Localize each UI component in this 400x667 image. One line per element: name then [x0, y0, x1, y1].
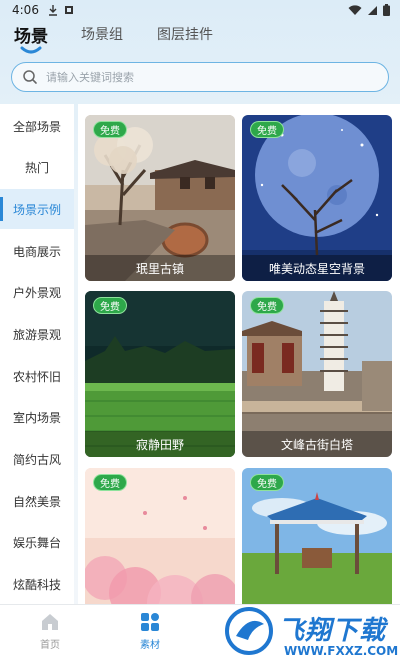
sidebar-item-stage[interactable]: 娱乐舞台	[0, 522, 74, 562]
scene-grid: 免费 珉里古镇 免费 唯美动态星空背景 免费 寂静田野 免费 文峰古街白塔 免费…	[78, 104, 400, 604]
top-tabs: 场景 场景组 图层挂件	[0, 22, 400, 56]
free-badge: 免费	[93, 297, 127, 314]
scene-card-title: 唯美动态星空背景	[242, 255, 392, 281]
watermark-text: 飞翔下载	[278, 616, 387, 646]
scene-card[interactable]: 免费	[85, 468, 235, 604]
free-badge: 免费	[250, 121, 284, 138]
tab-layer-widget[interactable]: 图层挂件	[157, 24, 213, 44]
sidebar-item-travel[interactable]: 旅游景观	[0, 314, 74, 354]
status-time: 4:06	[12, 3, 39, 17]
sidebar-item-ecommerce[interactable]: 电商展示	[0, 231, 74, 271]
battery-icon	[383, 4, 390, 16]
sidebar-item-label: 娱乐舞台	[12, 535, 61, 550]
sidebar-item-rural-nostalgia[interactable]: 农村怀旧	[0, 356, 74, 396]
search-input[interactable]	[46, 67, 376, 87]
sidebar-item-indoor[interactable]: 室内场景	[0, 397, 74, 437]
scene-card-title: 珉里古镇	[85, 255, 235, 281]
sidebar-item-label: 旅游景观	[12, 327, 61, 342]
nav-label: 首页	[40, 640, 60, 651]
materials-icon	[141, 613, 159, 631]
nav-home[interactable]: 首页	[20, 611, 80, 651]
wifi-icon	[348, 4, 362, 15]
sidebar-item-label: 室内场景	[12, 410, 61, 425]
search-icon	[23, 70, 37, 84]
sidebar-item-outdoor[interactable]: 户外景观	[0, 272, 74, 312]
sidebar-item-label: 热门	[24, 160, 49, 175]
download-icon	[49, 5, 57, 16]
sidebar-item-tech[interactable]: 炫酷科技	[0, 564, 74, 604]
scene-card[interactable]: 免费	[242, 468, 392, 604]
sidebar-item-label: 场景示例	[12, 202, 61, 217]
tab-scene[interactable]: 场景	[14, 22, 48, 47]
sidebar-item-simple-ancient[interactable]: 简约古风	[0, 439, 74, 479]
scene-card[interactable]: 免费 文峰古街白塔	[242, 291, 392, 457]
home-icon	[42, 614, 58, 630]
category-sidebar: 全部场景 热门 场景示例 电商展示 户外景观 旅游景观 农村怀旧 室内场景 简约…	[0, 104, 74, 604]
free-badge: 免费	[93, 121, 127, 138]
free-badge: 免费	[93, 474, 127, 491]
sidebar-item-nature[interactable]: 自然美景	[0, 481, 74, 521]
sidebar-item-label: 炫酷科技	[12, 577, 61, 592]
watermark-logo-icon	[225, 607, 273, 655]
scene-card-title: 寂静田野	[85, 431, 235, 457]
tab-scene-group[interactable]: 场景组	[81, 24, 123, 44]
sidebar-item-all-scenes[interactable]: 全部场景	[0, 106, 74, 146]
status-icons-left	[48, 4, 74, 16]
sidebar-item-hot[interactable]: 热门	[0, 147, 74, 187]
search-box[interactable]	[11, 62, 389, 92]
sidebar-item-label: 自然美景	[12, 494, 61, 509]
active-tab-indicator	[20, 46, 42, 54]
signal-icon	[368, 5, 377, 15]
sidebar-item-scene-examples[interactable]: 场景示例	[0, 189, 74, 229]
sidebar-item-label: 农村怀旧	[12, 369, 61, 384]
free-badge: 免费	[250, 297, 284, 314]
scene-card[interactable]: 免费 唯美动态星空背景	[242, 115, 392, 281]
sidebar-item-label: 简约古风	[12, 452, 61, 467]
media-icon	[65, 6, 73, 14]
sidebar-item-label: 户外景观	[12, 285, 61, 300]
scene-card-title: 文峰古街白塔	[242, 431, 392, 457]
site-watermark: 飞翔下载 WWW.FXXZ.COM	[218, 600, 398, 664]
status-bar: 4:06	[0, 0, 400, 22]
sidebar-item-label: 全部场景	[12, 119, 61, 134]
scene-card[interactable]: 免费 珉里古镇	[85, 115, 235, 281]
nav-materials[interactable]: 素材	[120, 611, 180, 651]
status-icons-right	[348, 4, 390, 16]
nav-label: 素材	[140, 640, 160, 651]
scene-card[interactable]: 免费 寂静田野	[85, 291, 235, 457]
watermark-url: WWW.FXXZ.COM	[284, 644, 399, 658]
free-badge: 免费	[250, 474, 284, 491]
sidebar-item-label: 电商展示	[12, 244, 61, 259]
